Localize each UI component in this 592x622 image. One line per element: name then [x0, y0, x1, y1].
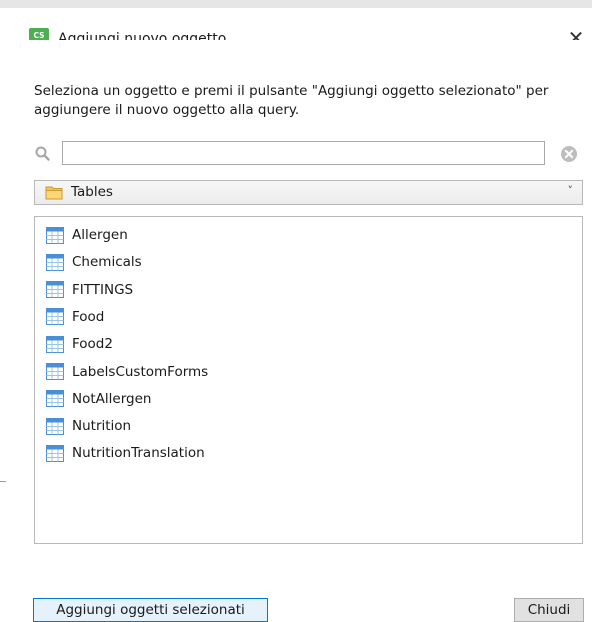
table-icon — [46, 390, 64, 408]
search-input[interactable] — [62, 141, 545, 165]
list-item-label: Food — [72, 308, 105, 325]
object-type-select[interactable]: Tables ˅ — [34, 180, 583, 205]
list-item[interactable]: FITTINGS — [46, 278, 133, 302]
list-item-label: Allergen — [72, 227, 128, 243]
list-item-label: LabelsCustomForms — [72, 363, 209, 380]
table-icon — [46, 253, 64, 271]
list-item[interactable]: Chemicals — [46, 250, 142, 274]
table-icon — [46, 308, 64, 326]
table-icon — [46, 226, 64, 244]
table-icon — [46, 444, 64, 462]
table-icon — [46, 363, 64, 380]
list-item-label: Food2 — [72, 336, 113, 353]
folder-icon — [45, 186, 63, 200]
list-item-label: Nutrition — [72, 418, 132, 435]
list-item[interactable]: NutritionTranslation — [46, 441, 205, 465]
object-list[interactable]: Allergen Chemicals FITTINGS Food Food2 Labels… — [34, 216, 583, 544]
search-row — [34, 141, 584, 167]
clear-icon[interactable] — [560, 145, 578, 163]
list-item-label: Chemicals — [72, 254, 142, 271]
add-object-dialog: CS Aggiungi nuovo oggetto ✕ Seleziona un… — [0, 0, 592, 622]
chevron-down-icon: ˅ — [567, 184, 574, 197]
svg-text:CS: CS — [33, 31, 44, 40]
list-item[interactable]: NotAllergen — [46, 387, 151, 411]
title-bar: CS Aggiungi nuovo oggetto ✕ — [0, 0, 592, 48]
instructions-text: Seleziona un oggetto e premi il pulsante… — [34, 83, 549, 118]
list-item-label: NutritionTranslation — [72, 445, 205, 462]
window-edge-divider — [0, 481, 6, 482]
table-icon — [46, 417, 64, 435]
table-icon — [46, 281, 64, 299]
search-icon — [35, 146, 50, 161]
list-item[interactable]: Allergen — [46, 223, 128, 247]
add-selected-objects-button[interactable]: Aggiungi oggetti selezionati — [33, 598, 268, 622]
list-item[interactable]: Food2 — [46, 332, 113, 356]
table-icon — [46, 335, 64, 353]
list-item[interactable]: Nutrition — [46, 414, 131, 438]
dialog-body: Seleziona un oggetto e premi il pulsante… — [0, 40, 592, 622]
close-button[interactable]: Chiudi — [514, 598, 584, 622]
list-item-label: FITTINGS — [72, 281, 134, 298]
object-type-value: Tables — [71, 184, 113, 200]
list-item-label: NotAllergen — [72, 390, 152, 407]
list-item[interactable]: Food — [46, 305, 104, 329]
list-item[interactable]: LabelsCustomForms — [46, 360, 208, 384]
